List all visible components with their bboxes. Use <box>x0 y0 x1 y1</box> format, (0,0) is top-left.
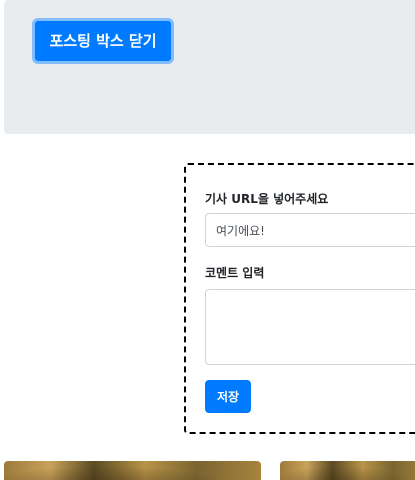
url-label: 기사 URL을 넣어주세요 <box>205 192 329 206</box>
article-card-image[interactable] <box>280 461 415 480</box>
comment-textarea[interactable] <box>205 289 415 365</box>
card-image-shade <box>4 461 261 480</box>
save-button[interactable]: 저장 <box>205 380 251 413</box>
card-image-shade <box>280 461 415 480</box>
close-posting-box-button[interactable]: 포스팅 박스 닫기 <box>32 18 174 64</box>
page: 포스팅 박스 닫기 기사 URL을 넣어주세요 코멘트 입력 저장 <box>0 0 415 480</box>
comment-label: 코멘트 입력 <box>205 266 265 280</box>
url-input[interactable] <box>205 213 415 247</box>
article-card-image[interactable] <box>4 461 261 480</box>
posting-box: 기사 URL을 넣어주세요 코멘트 입력 저장 <box>184 163 415 434</box>
